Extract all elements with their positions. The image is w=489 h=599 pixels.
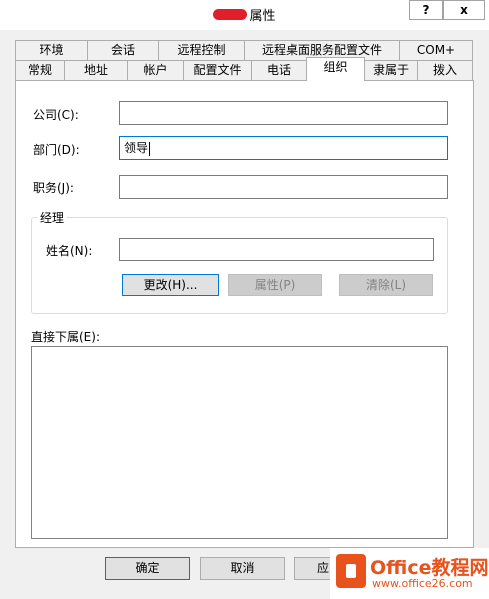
tab-profile[interactable]: 配置文件 [183, 60, 252, 80]
tab-member-of[interactable]: 隶属于 [364, 60, 418, 80]
department-input[interactable]: 领导 [119, 136, 448, 160]
clear-button[interactable]: 清除(L) [339, 274, 433, 296]
window-title: 属性 [249, 9, 276, 24]
watermark-url: www.office26.com [372, 577, 473, 590]
company-label: 公司(C): [33, 108, 79, 122]
job-title-label: 职务(J): [33, 181, 74, 195]
ok-button[interactable]: 确定 [105, 557, 190, 580]
tab-environment[interactable]: 环境 [15, 40, 88, 60]
organization-panel: 公司(C): 部门(D): 领导 职务(J): 经理 姓名(N): 更改(H).… [15, 80, 474, 548]
tab-telephones[interactable]: 电话 [251, 60, 307, 80]
watermark: Office教程网 www.office26.com [330, 548, 489, 599]
title-bar: 属性 ? x [0, 0, 489, 30]
redacted-username [213, 9, 248, 20]
tab-remote-control[interactable]: 远程控制 [158, 40, 245, 60]
manager-name-label: 姓名(N): [46, 244, 93, 258]
close-button[interactable]: x [443, 0, 485, 20]
tab-com-plus[interactable]: COM+ [399, 40, 473, 60]
tab-dial-in[interactable]: 拨入 [417, 60, 473, 80]
manager-name-input [119, 238, 434, 261]
text-caret [149, 141, 151, 156]
tab-sessions[interactable]: 会话 [87, 40, 159, 60]
job-title-input[interactable] [119, 175, 448, 199]
tab-address[interactable]: 地址 [64, 60, 128, 80]
manager-group-title: 经理 [37, 209, 68, 226]
watermark-brand: Office教程网 [370, 557, 489, 579]
direct-reports-label: 直接下属(E): [31, 330, 100, 344]
direct-reports-list[interactable] [31, 346, 448, 539]
department-value: 领导 [124, 141, 149, 155]
properties-button[interactable]: 属性(P) [228, 274, 322, 296]
department-label: 部门(D): [33, 143, 80, 157]
company-input[interactable] [119, 101, 448, 125]
change-button[interactable]: 更改(H)... [122, 274, 219, 296]
tab-account[interactable]: 帐户 [127, 60, 184, 80]
tab-organization[interactable]: 组织 [306, 57, 365, 81]
help-button[interactable]: ? [409, 0, 443, 20]
tab-general[interactable]: 常规 [15, 60, 65, 80]
office-logo-icon [336, 554, 366, 588]
manager-group [31, 217, 448, 314]
cancel-button[interactable]: 取消 [200, 557, 285, 580]
